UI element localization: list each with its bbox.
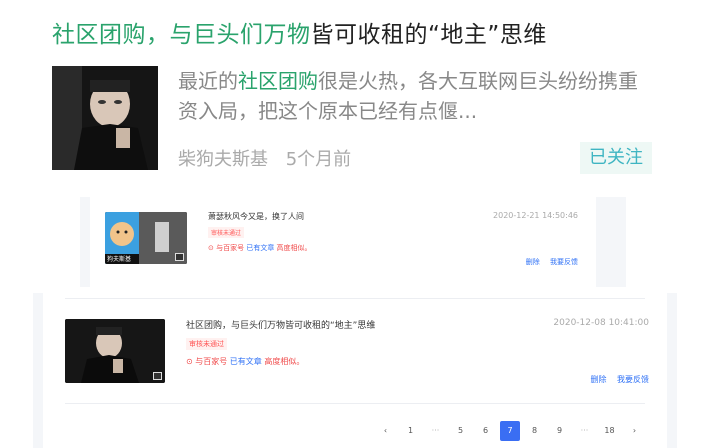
follow-button[interactable]: 已关注	[580, 142, 652, 174]
page-1[interactable]: 1	[398, 421, 423, 441]
person-image	[65, 319, 165, 383]
author-name[interactable]: 柴狗夫斯基	[178, 149, 268, 170]
content-panel-1: 狗夫斯基 萧瑟秋风今又是，换了人间 2020-12-21 14:50:46 审核…	[80, 197, 626, 287]
article-title[interactable]: 社区团购，与巨头们万物皆可收租的“地主”思维	[52, 15, 547, 49]
page-6[interactable]: 6	[473, 421, 498, 441]
page-7-current[interactable]: 7	[500, 421, 520, 441]
thumb-caption: 狗夫斯基	[107, 256, 132, 263]
prev-page-button[interactable]: ‹	[373, 421, 398, 441]
article-meta: 柴狗夫斯基 5个月前	[178, 145, 363, 171]
feedback-button[interactable]: 我要反馈	[550, 258, 578, 266]
page-ellipsis[interactable]: ···	[423, 421, 448, 441]
summary-highlight: 社区团购	[238, 69, 318, 93]
page-9[interactable]: 9	[547, 421, 572, 441]
warning-text: ⊙ 与百家号	[208, 244, 247, 252]
delete-button[interactable]: 删除	[526, 258, 540, 266]
title-highlight-2: 与巨头们万物	[169, 22, 311, 48]
summary-pre: 最近的	[178, 69, 238, 93]
content-panel-2: 社区团购，与巨头们万物皆可收租的“地主”思维 2020-12-08 10:41:…	[33, 293, 677, 448]
item-actions: 删除 我要反馈	[582, 374, 649, 385]
divider	[65, 403, 645, 404]
item-actions: 删除 我要反馈	[518, 257, 578, 267]
pagination: ‹ 1 ··· 5 6 7 8 9 ··· 18 ›	[373, 421, 647, 441]
article-thumbnail[interactable]	[52, 66, 158, 170]
item-date: 2020-12-08 10:41:00	[553, 318, 649, 328]
existing-article-link[interactable]: 已有文章	[246, 244, 274, 252]
item-title[interactable]: 社区团购，与巨头们万物皆可收租的“地主”思维	[186, 318, 375, 331]
item-thumbnail[interactable]	[65, 319, 165, 383]
similarity-warning: ⊙ 与百家号 已有文章 高度相似。	[208, 243, 312, 253]
warning-text: ⊙ 与百家号	[186, 357, 230, 366]
list-item: 狗夫斯基 萧瑟秋风今又是，换了人间 2020-12-21 14:50:46 审核…	[90, 197, 596, 287]
similarity-warning: ⊙ 与百家号 已有文章 高度相似。	[186, 356, 304, 367]
media-icon	[153, 372, 162, 380]
warning-text-end: 高度相似。	[274, 244, 312, 252]
page-5[interactable]: 5	[448, 421, 473, 441]
page-ellipsis[interactable]: ···	[572, 421, 597, 441]
delete-button[interactable]: 删除	[590, 375, 606, 384]
publish-time: 5个月前	[285, 149, 352, 170]
list-container: 社区团购，与巨头们万物皆可收租的“地主”思维 2020-12-08 10:41:…	[43, 293, 667, 448]
person-image	[52, 66, 158, 170]
feedback-button[interactable]: 我要反馈	[617, 375, 649, 384]
media-icon	[175, 253, 184, 261]
warning-text-end: 高度相似。	[261, 357, 305, 366]
article-summary: 最近的社区团购很是火热，各大互联网巨头纷纷携重资入局，把这个原本已经有点偃...	[178, 66, 648, 126]
status-badge: 审核未通过	[186, 338, 227, 350]
status-badge: 审核未通过	[208, 227, 245, 238]
item-title[interactable]: 萧瑟秋风今又是，换了人间	[208, 211, 304, 222]
title-rest: 皆可收租的“地主”思维	[310, 22, 547, 48]
next-page-button[interactable]: ›	[622, 421, 647, 441]
title-highlight-1: 社区团购，	[52, 22, 170, 48]
existing-article-link[interactable]: 已有文章	[230, 357, 262, 366]
item-date: 2020-12-21 14:50:46	[493, 211, 578, 220]
page-18[interactable]: 18	[597, 421, 622, 441]
page-8[interactable]: 8	[522, 421, 547, 441]
divider	[65, 298, 645, 299]
item-thumbnail[interactable]: 狗夫斯基	[105, 212, 187, 264]
